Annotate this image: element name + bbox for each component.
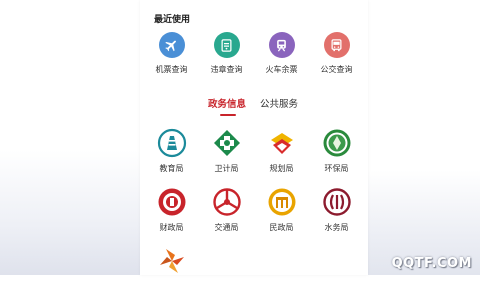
planning-bureau-emblem	[267, 128, 297, 158]
recent-item-bus[interactable]: 公交查询	[309, 32, 364, 75]
department-civil-affairs[interactable]: 民政局	[254, 187, 309, 236]
recent-label-train: 火车余票	[265, 65, 298, 74]
civil-affairs-bureau-emblem	[267, 187, 297, 217]
recent-item-flight[interactable]: 机票查询	[144, 32, 199, 75]
recent-label-violation: 违章查询	[210, 65, 243, 74]
department-label: 水务局	[324, 223, 349, 232]
recent-label-bus: 公交查询	[320, 65, 353, 74]
bus-icon	[323, 32, 350, 58]
department-label: 环保局	[324, 164, 349, 173]
recent-list: 机票查询 违章查询 火车余票 公交查询	[144, 32, 364, 75]
education-bureau-emblem	[157, 128, 187, 158]
department-finance[interactable]: 财政局	[144, 187, 199, 236]
tab-government-info[interactable]: 政务信息	[208, 96, 246, 110]
department-label: 民政局	[269, 223, 294, 232]
category-tabs: 政务信息 公共服务	[140, 96, 368, 116]
department-label: 财政局	[159, 223, 184, 232]
department-transport[interactable]: 交通局	[199, 187, 254, 236]
recent-item-violation[interactable]: 违章查询	[199, 32, 254, 75]
services-card: 最近使用 机票查询 违章查询 火车余票 公交查询 政务信息 公共服务 教育局 卫…	[140, 0, 368, 275]
recent-label-flight: 机票查询	[155, 65, 188, 74]
department-partial[interactable]	[144, 246, 199, 295]
site-watermark: QQTF.COM	[391, 256, 472, 271]
department-label: 教育局	[159, 164, 184, 173]
department-label: 卫计局	[214, 164, 239, 173]
water-bureau-emblem	[322, 187, 352, 217]
health-bureau-emblem	[212, 128, 242, 158]
airplane-icon	[158, 32, 185, 58]
department-label: 交通局	[214, 223, 239, 232]
tab-public-services[interactable]: 公共服务	[260, 96, 298, 110]
recent-item-train[interactable]: 火车余票	[254, 32, 309, 75]
background-left	[0, 150, 140, 275]
train-icon	[268, 32, 295, 58]
department-health[interactable]: 卫计局	[199, 128, 254, 177]
active-tab-indicator	[220, 114, 236, 116]
ticket-icon	[213, 32, 240, 58]
department-environment[interactable]: 环保局	[309, 128, 364, 177]
recent-section-title: 最近使用	[154, 15, 191, 25]
department-education[interactable]: 教育局	[144, 128, 199, 177]
department-label: 规划局	[269, 164, 294, 173]
environment-bureau-emblem	[322, 128, 352, 158]
finance-bureau-emblem	[157, 187, 187, 217]
transport-bureau-emblem	[212, 187, 242, 217]
department-grid: 教育局 卫计局 规划局 环保局 财政局 交通局 民政局 水务局	[144, 128, 364, 295]
department-water[interactable]: 水务局	[309, 187, 364, 236]
department-planning[interactable]: 规划局	[254, 128, 309, 177]
partial-bureau-emblem	[157, 246, 187, 276]
